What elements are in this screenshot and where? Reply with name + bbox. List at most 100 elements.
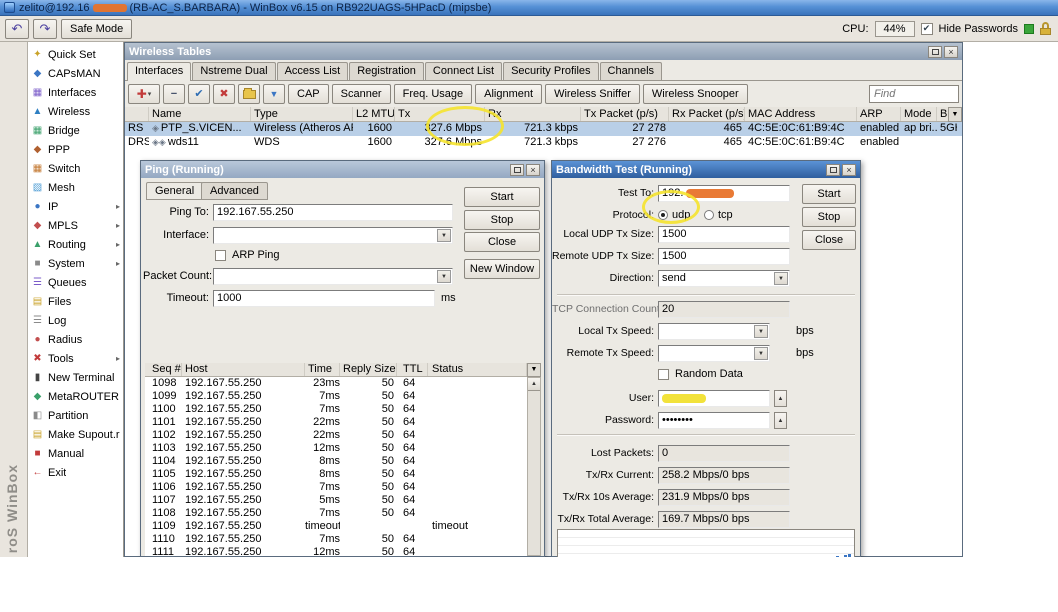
ping-result-row[interactable]: 1108 192.167.55.250 7ms 50 64 <box>145 507 527 520</box>
sidebar-item[interactable]: ▮ New Terminal ▸ <box>28 368 123 387</box>
new-window-button[interactable]: New Window <box>464 259 540 279</box>
sidebar-item[interactable]: ✦ Quick Set ▸ <box>28 45 123 64</box>
column-header[interactable]: Tx <box>395 107 485 121</box>
tab[interactable]: Registration <box>349 62 424 80</box>
ping-result-row[interactable]: 1104 192.167.55.250 8ms 50 64 <box>145 455 527 468</box>
wireless-toolbar-button[interactable]: Freq. Usage <box>394 84 473 104</box>
enable-button[interactable]: ✔ <box>188 84 210 104</box>
sidebar-item[interactable]: ◆ CAPsMAN ▸ <box>28 64 123 83</box>
password-input[interactable]: •••••••• <box>658 412 770 429</box>
protocol-radio-udp[interactable] <box>658 210 668 220</box>
scrollbar[interactable]: ▲ <box>527 377 541 556</box>
ping-result-row[interactable]: 1101 192.167.55.250 22ms 50 64 <box>145 416 527 429</box>
column-header[interactable]: Seq # / <box>145 363 182 376</box>
ping-result-row[interactable]: 1099 192.167.55.250 7ms 50 64 <box>145 390 527 403</box>
remote-udp-tx-size-input[interactable]: 1500 <box>658 248 790 265</box>
start-button[interactable]: Start <box>464 187 540 207</box>
dropdown-arrow-icon[interactable]: ▼ <box>437 270 451 283</box>
wireless-toolbar-button[interactable]: Wireless Snooper <box>643 84 748 104</box>
ping-to-input[interactable]: 192.167.55.250 <box>213 204 453 221</box>
dropdown-arrow-icon[interactable]: ▼ <box>437 229 451 242</box>
sidebar-item[interactable]: ▤ Files ▸ <box>28 292 123 311</box>
column-header[interactable]: Rx <box>485 107 581 121</box>
table-row[interactable]: DRS ◈◈wds11 WDS 1600 327.6 Mbps 721.3 kb… <box>125 136 962 150</box>
column-selector-button[interactable]: ▼ <box>527 363 541 377</box>
sidebar-item[interactable]: ☰ Queues ▸ <box>28 273 123 292</box>
safe-mode-button[interactable]: Safe Mode <box>61 19 132 39</box>
packet-count-dropdown[interactable]: ▼ <box>213 268 453 285</box>
column-header[interactable]: MAC Address <box>745 107 857 121</box>
sidebar-item[interactable]: ◆ MetaROUTER ▸ <box>28 387 123 406</box>
test-to-input[interactable]: 192. <box>658 185 790 202</box>
sidebar-item[interactable]: ▦ Interfaces ▸ <box>28 83 123 102</box>
tab[interactable]: Channels <box>600 62 662 80</box>
sidebar-item[interactable]: ◆ MPLS ▸ <box>28 216 123 235</box>
disable-button[interactable]: ✖ <box>213 84 235 104</box>
sidebar-item[interactable]: ← Exit ▸ <box>28 463 123 482</box>
undo-button[interactable]: ↶ <box>5 19 29 39</box>
column-header[interactable]: Tx Packet (p/s) <box>581 107 669 121</box>
restore-button[interactable] <box>826 164 840 176</box>
remote-tx-speed-dropdown[interactable]: ▼ <box>658 345 770 362</box>
password-expand-button[interactable]: ▲ <box>774 412 787 429</box>
column-header[interactable]: Time <box>305 363 340 376</box>
column-selector-button[interactable]: ▼ <box>948 107 962 122</box>
close-button[interactable]: Close <box>802 230 856 250</box>
sidebar-item[interactable]: ▲ Routing ▸ <box>28 235 123 254</box>
close-button[interactable]: × <box>526 164 540 176</box>
wireless-toolbar-button[interactable]: CAP <box>288 84 329 104</box>
protocol-radio-tcp[interactable] <box>704 210 714 220</box>
ping-result-row[interactable]: 1105 192.167.55.250 8ms 50 64 <box>145 468 527 481</box>
column-header[interactable]: TTL <box>397 363 428 376</box>
ping-result-row[interactable]: 1106 192.167.55.250 7ms 50 64 <box>145 481 527 494</box>
column-header[interactable]: Name <box>149 107 251 121</box>
sidebar-item[interactable]: ▤ Make Supout.rif ▸ <box>28 425 123 444</box>
ping-result-row[interactable]: 1107 192.167.55.250 5ms 50 64 <box>145 494 527 507</box>
local-udp-tx-size-input[interactable]: 1500 <box>658 226 790 243</box>
ping-result-row[interactable]: 1110 192.167.55.250 7ms 50 64 <box>145 533 527 546</box>
column-header[interactable]: Reply Size <box>340 363 397 376</box>
close-button[interactable]: × <box>944 46 958 58</box>
add-button[interactable]: ✚▾ <box>128 84 160 104</box>
tab-general[interactable]: General <box>146 182 203 200</box>
remove-button[interactable]: − <box>163 84 185 104</box>
scroll-up-button[interactable]: ▲ <box>528 378 540 391</box>
sidebar-item[interactable]: ▧ Mesh ▸ <box>28 178 123 197</box>
tab[interactable]: Interfaces <box>127 62 191 81</box>
wireless-toolbar-button[interactable]: Scanner <box>332 84 391 104</box>
column-header[interactable]: Type <box>251 107 353 121</box>
sidebar-item[interactable]: ◆ PPP ▸ <box>28 140 123 159</box>
timeout-input[interactable]: 1000 <box>213 290 435 307</box>
sidebar-item[interactable]: ▲ Wireless ▸ <box>28 102 123 121</box>
user-expand-button[interactable]: ▲ <box>774 390 787 407</box>
ping-result-row[interactable]: 1102 192.167.55.250 22ms 50 64 <box>145 429 527 442</box>
stop-button[interactable]: Stop <box>464 210 540 230</box>
column-header[interactable]: Host <box>182 363 305 376</box>
comment-button[interactable] <box>238 84 260 104</box>
sidebar-item[interactable]: ■ Manual ▸ <box>28 444 123 463</box>
column-header[interactable]: Status <box>428 363 527 376</box>
column-header[interactable]: ARP <box>857 107 901 121</box>
redo-button[interactable]: ↷ <box>33 19 57 39</box>
tab-advanced[interactable]: Advanced <box>201 182 268 200</box>
column-header[interactable]: Mode <box>901 107 937 121</box>
tab[interactable]: Nstreme Dual <box>192 62 275 80</box>
dropdown-arrow-icon[interactable]: ▼ <box>774 272 788 285</box>
arp-ping-checkbox[interactable] <box>215 250 226 261</box>
close-button[interactable]: × <box>842 164 856 176</box>
sidebar-item[interactable]: ◧ Partition ▸ <box>28 406 123 425</box>
restore-button[interactable] <box>510 164 524 176</box>
tab[interactable]: Security Profiles <box>503 62 598 80</box>
start-button[interactable]: Start <box>802 184 856 204</box>
ping-result-row[interactable]: 1103 192.167.55.250 12ms 50 64 <box>145 442 527 455</box>
hide-passwords-checkbox[interactable]: ✔ <box>921 23 933 35</box>
tab[interactable]: Connect List <box>425 62 502 80</box>
table-row[interactable]: RS ◈PTP_S.VICEN... Wireless (Atheros AR9… <box>125 122 962 136</box>
sidebar-item[interactable]: ● IP ▸ <box>28 197 123 216</box>
stop-button[interactable]: Stop <box>802 207 856 227</box>
filter-button[interactable]: ▼ <box>263 84 285 104</box>
column-header[interactable]: L2 MTU <box>353 107 395 121</box>
column-header[interactable]: Rx Packet (p/s) <box>669 107 745 121</box>
ping-result-row[interactable]: 1098 192.167.55.250 23ms 50 64 <box>145 377 527 390</box>
ping-result-row[interactable]: 1100 192.167.55.250 7ms 50 64 <box>145 403 527 416</box>
